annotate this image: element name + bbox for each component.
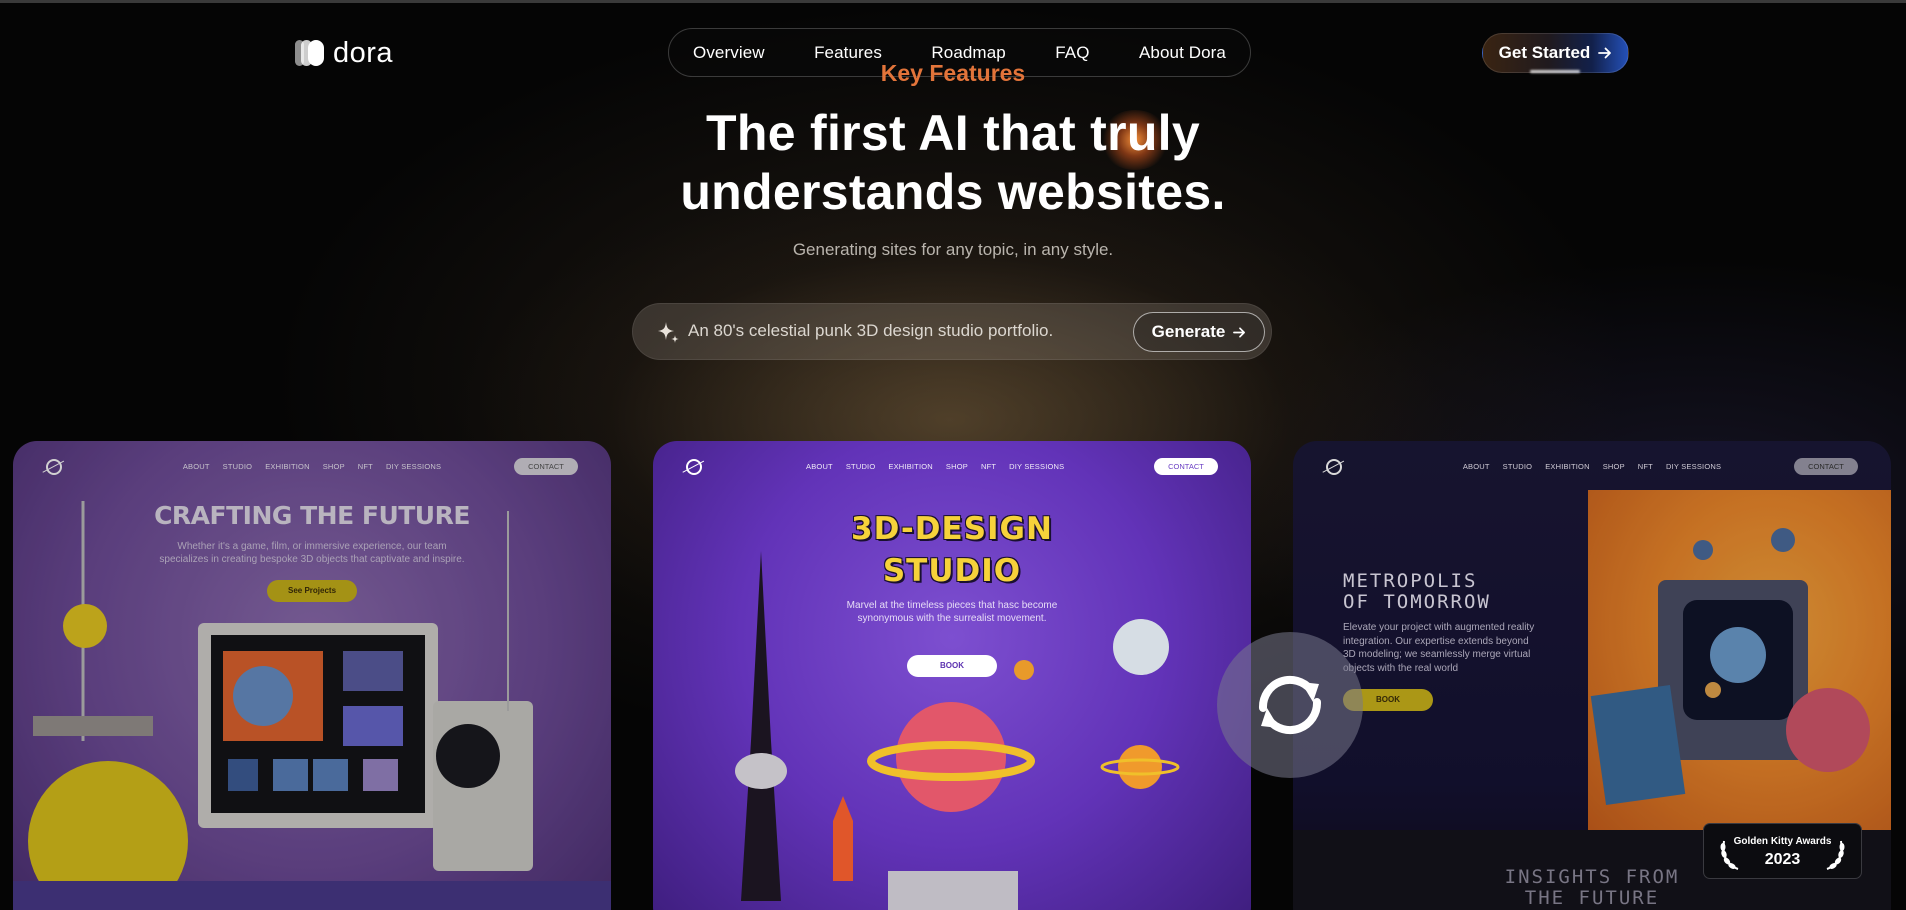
mock-nav: ABOUT STUDIO EXHIBITION SHOP NFT DIY SES… (1293, 458, 1891, 478)
mock-title-line-1: 3D-DESIGN (851, 511, 1053, 547)
mock-title-line-1: METROPOLIS (1343, 570, 1478, 592)
hero-subtitle: Generating sites for any topic, in any s… (792, 240, 1114, 259)
mock-nav-link: EXHIBITION (1545, 462, 1590, 471)
regenerate-button[interactable] (1217, 632, 1363, 778)
mock-hero-description: Whether it's a game, film, or immersive … (159, 541, 465, 565)
generate-button[interactable]: Generate (1133, 312, 1265, 352)
headline-line-1: The first AI that truly (706, 105, 1200, 161)
retro-tv-illustration (1588, 490, 1891, 830)
mock-nav-link: NFT (1637, 462, 1653, 471)
page: dora Overview Features Roadmap FAQ About… (0, 0, 1906, 910)
mock-nav-link: ABOUT (1462, 462, 1490, 471)
mock-nav-link: STUDIO (1502, 462, 1533, 471)
arrow-right-icon (1598, 47, 1612, 59)
insights-line-1: INSIGHTS FROM (1504, 866, 1680, 888)
laurel-right-icon (1826, 840, 1845, 870)
mock-hero-title: CRAFTING THE FUTURE (154, 501, 470, 530)
mock-hero-title: METROPOLIS OF TOMORROW (1343, 571, 1583, 613)
mock-see-projects-button: See Projects (267, 580, 357, 602)
section-eyebrow: Key Features (880, 60, 1026, 86)
generate-label: Generate (1151, 322, 1226, 341)
top-border (0, 0, 1906, 3)
preview-card-3d-design-studio[interactable]: ABOUT STUDIO EXHIBITION SHOP NFT DIY SES… (653, 441, 1251, 910)
golden-kitty-award-badge[interactable]: Golden Kitty Awards 2023 (1703, 823, 1862, 879)
mock-hero-title: 3D-DESIGN STUDIO (653, 508, 1251, 592)
mock-contact-button: CONTACT (1794, 458, 1858, 475)
mock-book-button: BOOK (907, 655, 997, 677)
arrow-right-icon (1233, 326, 1246, 338)
mock-nav-link: DIY SESSIONS (1665, 462, 1722, 471)
mock-title-line-2: STUDIO (882, 553, 1022, 589)
mock-title-line-2: OF TOMORROW (1343, 591, 1491, 613)
preview-card-crafting-future[interactable]: ABOUT STUDIO EXHIBITION SHOP NFT DIY SES… (13, 441, 611, 910)
headline-line-2: understands websites. (680, 164, 1226, 220)
hero-headline: The first AI that truly understands webs… (0, 104, 1906, 222)
insights-line-2: THE FUTURE (1524, 887, 1660, 909)
prompt-bar[interactable]: An 80's celestial punk 3D design studio … (632, 303, 1272, 360)
refresh-icon (1259, 675, 1321, 735)
mock-hero-description: Elevate your project with augmented real… (1343, 622, 1535, 674)
sparkle-icon (658, 322, 679, 343)
mock-hero-description: Marvel at the timeless pieces that hasc … (846, 600, 1058, 624)
mock-nav-link: SHOP (1602, 462, 1625, 471)
prompt-text[interactable]: An 80's celestial punk 3D design studio … (688, 321, 1053, 341)
